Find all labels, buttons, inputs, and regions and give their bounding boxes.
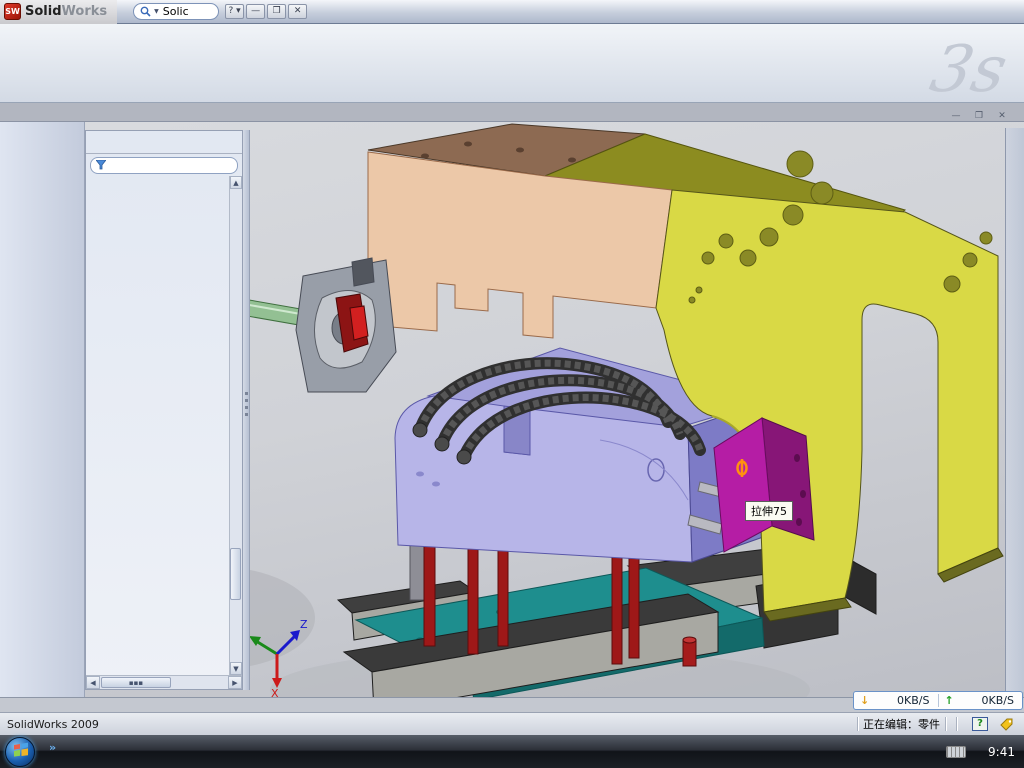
feature-tooltip: 拉伸75 <box>745 501 793 521</box>
quick-launch-expand-chevron[interactable]: » <box>49 741 56 754</box>
input-method-keyboard-icon[interactable] <box>946 746 966 758</box>
status-separator <box>945 717 946 731</box>
app-logo: SW SolidWorks <box>0 0 117 24</box>
app-window-controls: ? ▾ — ❐ ✕ <box>225 4 307 19</box>
scroll-track[interactable] <box>230 189 242 662</box>
taskbar-clock[interactable]: 9:41 <box>988 745 1015 759</box>
doc-minimize-button[interactable]: — <box>946 110 966 124</box>
app-title-bold: Solid <box>25 4 62 19</box>
upload-value: 0KB/S <box>982 694 1014 707</box>
side-clamp-gray <box>228 258 396 392</box>
minimize-button[interactable]: — <box>246 4 265 19</box>
download-speed: ↓ 0KB/S <box>854 694 938 707</box>
status-version-text: SolidWorks 2009 <box>0 718 852 731</box>
system-tray: 9:41 <box>946 745 1024 759</box>
scroll-right-arrow[interactable]: ▶ <box>228 676 242 689</box>
search-icon <box>140 2 151 21</box>
search-input[interactable] <box>161 4 209 19</box>
search-box[interactable]: ▼ <box>133 3 219 20</box>
app-title-light: Works <box>62 4 108 19</box>
task-pane-strip <box>1005 128 1024 692</box>
filter-funnel-icon <box>96 160 106 170</box>
main-area: Y Z X ▲ ▼ <box>0 122 1024 698</box>
scroll-left-arrow[interactable]: ◀ <box>86 676 100 689</box>
document-window-controls: — ❐ ✕ <box>946 110 1012 124</box>
doc-restore-button[interactable]: ❐ <box>969 110 989 124</box>
network-speed-widget[interactable]: ↓ 0KB/S ↑ 0KB/S <box>853 691 1023 710</box>
doc-close-button[interactable]: ✕ <box>992 110 1012 124</box>
tree-header-tabs <box>86 131 242 154</box>
tree-horizontal-scrollbar[interactable]: ◀ ▪▪▪ ▶ <box>86 675 242 689</box>
restore-button[interactable]: ❐ <box>267 4 286 19</box>
surfaces-toolbar-column <box>42 122 84 698</box>
status-bar: SolidWorks 2009 正在编辑：零件 ? <box>0 712 1024 735</box>
scroll-thumb[interactable] <box>230 548 241 600</box>
app-title: SolidWorks <box>25 4 107 19</box>
windows-taskbar: » 9:41 <box>0 735 1024 768</box>
scroll-down-arrow[interactable]: ▼ <box>230 662 242 675</box>
quick-tips-help-icon[interactable]: ? <box>972 717 988 731</box>
status-separator <box>956 717 957 731</box>
status-editing-text: 正在编辑：零件 <box>863 716 940 732</box>
tree-filter-input[interactable] <box>90 157 238 174</box>
download-value: 0KB/S <box>897 694 929 707</box>
splitter-grip <box>245 392 248 418</box>
title-bar: SW SolidWorks ▼ ? ▾ — ❐ ✕ <box>0 0 1024 24</box>
panel-splitter[interactable] <box>243 130 250 690</box>
features-toolbar-column <box>0 122 42 698</box>
tree-filter-row <box>86 154 242 176</box>
triad-z-label: Z <box>300 618 308 631</box>
close-button[interactable]: ✕ <box>288 4 307 19</box>
tag-icon[interactable] <box>998 717 1014 731</box>
hscroll-thumb[interactable]: ▪▪▪ <box>101 677 171 688</box>
command-manager-tabs <box>0 103 1024 122</box>
tree-items-list <box>86 176 229 675</box>
solidworks-logo-icon: SW <box>4 3 21 20</box>
search-scope-dropdown[interactable]: ▼ <box>154 8 159 15</box>
upload-speed: ↑ 0KB/S <box>939 694 1023 707</box>
tree-vertical-scrollbar[interactable]: ▲ ▼ <box>229 176 242 675</box>
feature-manager-tree: ▲ ▼ ◀ ▪▪▪ ▶ <box>85 130 243 690</box>
start-button[interactable] <box>5 737 35 767</box>
dassault-watermark: 3s <box>926 42 1011 98</box>
upload-arrow-icon: ↑ <box>945 694 954 707</box>
download-arrow-icon: ↓ <box>860 694 869 707</box>
scroll-up-arrow[interactable]: ▲ <box>230 176 242 189</box>
solidworks-window: SW SolidWorks ▼ ? ▾ — ❐ ✕ 3s <box>0 0 1024 768</box>
help-button[interactable]: ? ▾ <box>225 4 244 19</box>
command-manager-toolbar: 3s <box>0 24 1024 103</box>
left-feature-toolbars <box>0 122 85 698</box>
status-separator <box>857 717 858 731</box>
